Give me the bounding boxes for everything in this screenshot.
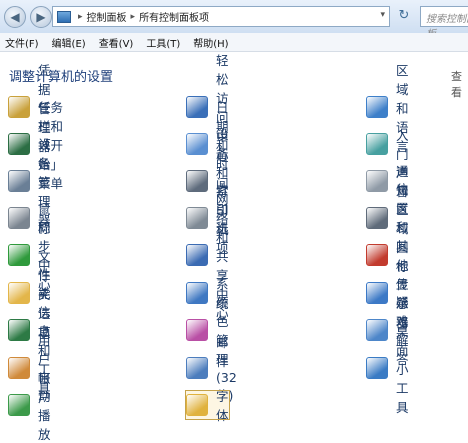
forward-button[interactable]: ▶: [30, 6, 52, 28]
getting-started-icon: [366, 133, 388, 155]
address-toolbar: ◀ ▶ ▸ 控制面板 ▸ 所有控制面板项 ▾ ↻ 搜索控制面板: [0, 0, 468, 40]
vault-icon: [8, 96, 30, 118]
control-panel-item[interactable]: 任务栏和「开始」菜单: [8, 100, 63, 191]
network-icon: [186, 244, 208, 266]
device-manager-icon: [8, 170, 30, 192]
performance-icon: [8, 319, 30, 341]
system-icon: [186, 282, 208, 304]
address-bar[interactable]: ▸ 控制面板 ▸ 所有控制面板项 ▾: [52, 6, 390, 27]
forward-arrow-icon: ▶: [36, 10, 46, 24]
back-arrow-icon: ◀: [10, 10, 20, 24]
breadcrumb-all-items[interactable]: 所有控制面板项: [139, 9, 209, 24]
speaker-icon: [366, 170, 388, 192]
control-panel-item[interactable]: 桌面小工具: [366, 324, 409, 415]
printer-icon: [186, 170, 208, 192]
troubleshoot-icon: [366, 319, 388, 341]
globe-clock-icon: [366, 96, 388, 118]
refresh-icon[interactable]: ↻: [395, 8, 413, 24]
magnifier-icon: [186, 207, 208, 229]
control-panel-item[interactable]: 区域和语言: [366, 63, 409, 154]
color-icon: [186, 319, 208, 341]
accessibility-icon: [186, 96, 208, 118]
breadcrumb-chevron-icon[interactable]: ▸: [131, 12, 136, 22]
breadcrumb-chevron-icon[interactable]: ▸: [78, 12, 83, 22]
menu-file[interactable]: 文件(F): [5, 35, 39, 50]
monitor-icon: [366, 282, 388, 304]
address-dropdown-icon[interactable]: ▾: [380, 10, 385, 20]
control-panel-item-label: 桌面小工具: [396, 323, 409, 415]
users-icon: [8, 357, 30, 379]
control-panel-item[interactable]: 设备管理器: [8, 137, 51, 228]
gadgets-icon: [366, 357, 388, 379]
sync-icon: [8, 244, 30, 266]
control-panel-icon: [57, 10, 71, 23]
taskbar-icon: [8, 133, 30, 155]
search-input[interactable]: 搜索控制面板: [420, 6, 468, 40]
menu-view[interactable]: 查看(V): [99, 35, 134, 50]
control-panel-item-label: 自动播放: [38, 370, 51, 442]
control-panel-item[interactable]: 位置和其他传感器: [366, 182, 409, 330]
control-panel-item[interactable]: 字体: [185, 389, 230, 423]
back-button[interactable]: ◀: [4, 6, 26, 28]
menu-edit[interactable]: 编辑(E): [52, 35, 86, 50]
control-panel-item[interactable]: 入门: [366, 128, 409, 162]
menu-bar: 文件(F) 编辑(E) 查看(V) 工具(T) 帮助(H): [0, 33, 468, 52]
control-panel-item-label: 入门: [396, 128, 409, 162]
control-panel-item[interactable]: 邮件 (32 位): [186, 335, 237, 403]
autoplay-icon: [8, 394, 30, 416]
menu-tools[interactable]: 工具(T): [146, 35, 180, 50]
control-panel-item-label: 字体: [216, 389, 229, 423]
menu-help[interactable]: 帮助(H): [193, 35, 228, 50]
fonts-icon: [186, 394, 208, 416]
sensor-icon: [366, 244, 388, 266]
folder-icon: [8, 282, 30, 304]
control-panel-item[interactable]: 网络和共享中心: [186, 192, 229, 321]
view-by-label[interactable]: 查看: [451, 68, 468, 100]
page-title: 调整计算机的设置: [9, 70, 114, 85]
mail-icon: [186, 357, 208, 379]
control-panel-item[interactable]: 自动播放: [8, 370, 51, 442]
calendar-icon: [186, 133, 208, 155]
mouse-icon: [8, 207, 30, 229]
tray-icon: [366, 207, 388, 229]
breadcrumb-control-panel[interactable]: 控制面板: [87, 9, 127, 24]
